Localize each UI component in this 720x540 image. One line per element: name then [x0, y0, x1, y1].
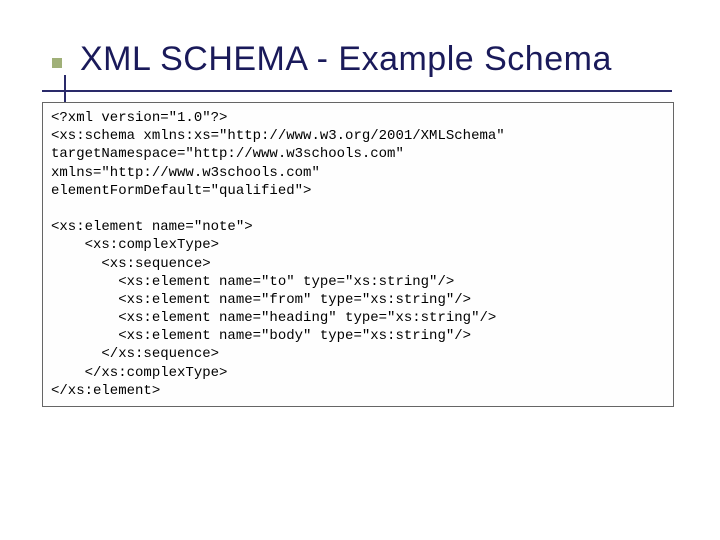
code-line: <xs:element name="note">	[51, 219, 253, 235]
code-line: elementFormDefault="qualified">	[51, 183, 311, 199]
code-line: <xs:complexType>	[51, 237, 219, 253]
slide-title: XML SCHEMA - Example Schema	[80, 40, 690, 79]
title-area: XML SCHEMA - Example Schema	[80, 40, 690, 79]
code-line: <xs:element name="heading" type="xs:stri…	[51, 310, 496, 326]
code-line: </xs:element>	[51, 383, 160, 399]
code-line: <xs:schema xmlns:xs="http://www.w3.org/2…	[51, 128, 505, 144]
code-line: <?xml version="1.0"?>	[51, 110, 227, 126]
code-box: <?xml version="1.0"?> <xs:schema xmlns:x…	[42, 102, 674, 407]
rule-line	[42, 90, 672, 92]
code-line: <xs:element name="from" type="xs:string"…	[51, 292, 471, 308]
code-line: <xs:element name="to" type="xs:string"/>	[51, 274, 454, 290]
code-line: <xs:element name="body" type="xs:string"…	[51, 328, 471, 344]
code-line: <xs:sequence>	[51, 256, 211, 272]
code-content: <?xml version="1.0"?> <xs:schema xmlns:x…	[51, 109, 665, 407]
code-line: xmlns="http://www.w3schools.com"	[51, 165, 320, 181]
slide-container: XML SCHEMA - Example Schema <?xml versio…	[0, 0, 720, 540]
bullet-icon	[52, 58, 62, 68]
code-line: </xs:complexType>	[51, 365, 227, 381]
code-line: </xs:sequence>	[51, 346, 219, 362]
code-line: targetNamespace="http://www.w3schools.co…	[51, 146, 404, 162]
